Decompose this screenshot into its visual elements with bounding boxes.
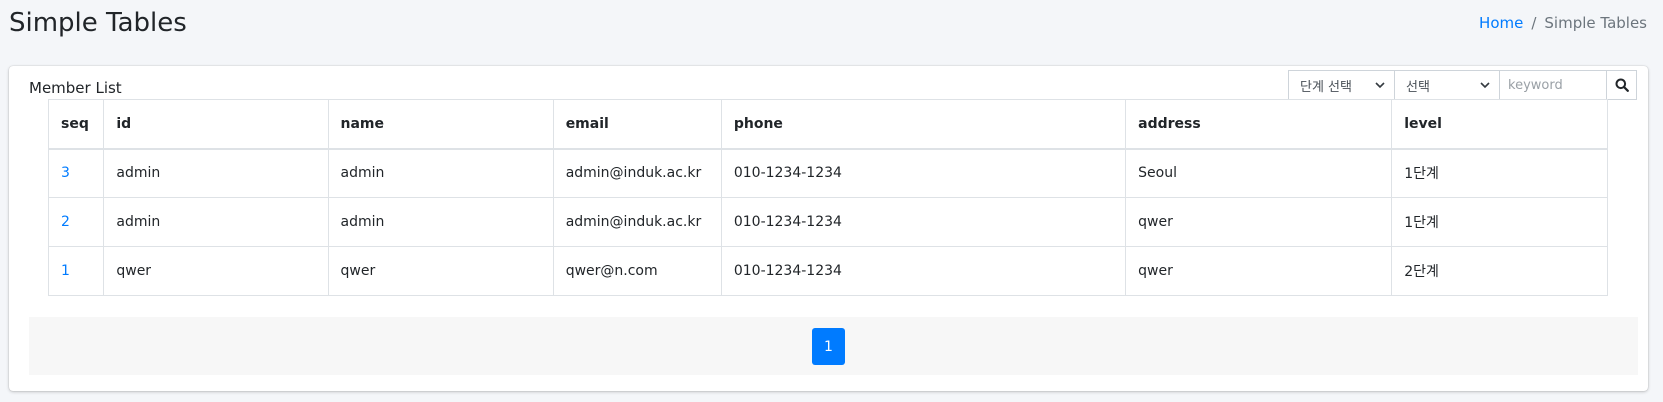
cell-name: admin [327,148,554,198]
table-header-row: seq id name email phone address level [47,99,1608,150]
cell-level: 1단계 [1391,148,1608,198]
cell-phone: 010-1234-1234 [720,197,1127,247]
page-header: Simple Tables Home / Simple Tables [0,0,1663,60]
page-title: Simple Tables [9,8,187,38]
field-select[interactable]: 선택 [1394,70,1500,100]
field-select-value: 선택 [1406,79,1430,95]
breadcrumb-current: Simple Tables [1544,14,1647,32]
cell-address: Seoul [1125,148,1393,198]
cell-email: admin@induk.ac.kr [552,148,722,198]
cell-email: admin@induk.ac.kr [552,197,722,247]
breadcrumb: Home / Simple Tables [1479,14,1647,32]
chevron-down-icon [1480,82,1490,89]
cell-name: admin [327,197,554,247]
seq-link[interactable]: 3 [47,148,105,198]
cell-id: admin [103,197,329,247]
column-header-name: name [327,99,554,150]
cell-address: qwer [1125,197,1393,247]
column-header-seq: seq [47,99,105,150]
table-row: 3 admin admin admin@induk.ac.kr 010-1234… [47,148,1608,198]
column-header-level: level [1391,99,1608,150]
pagination: 1 [29,317,1638,375]
card-title: Member List [29,79,122,97]
member-table: seq id name email phone address level 3 … [47,99,1608,296]
search-button[interactable] [1606,70,1637,100]
level-select[interactable]: 단계 선택 [1288,70,1395,100]
column-header-address: address [1125,99,1393,150]
chevron-down-icon [1375,82,1385,89]
seq-link[interactable]: 2 [47,197,105,247]
search-bar: 단계 선택 선택 [1288,70,1637,100]
cell-address: qwer [1125,246,1393,296]
breadcrumb-separator: / [1531,14,1537,32]
column-header-phone: phone [720,99,1127,150]
cell-level: 1단계 [1391,197,1608,247]
member-list-card: Member List 단계 선택 선택 seq id name [9,66,1648,391]
cell-email: qwer@n.com [552,246,722,296]
cell-id: admin [103,148,329,198]
search-icon [1615,78,1629,92]
keyword-input[interactable] [1499,70,1607,100]
cell-phone: 010-1234-1234 [720,148,1127,198]
cell-name: qwer [327,246,554,296]
table-row: 1 qwer qwer qwer@n.com 010-1234-1234 qwe… [47,246,1608,296]
breadcrumb-home-link[interactable]: Home [1479,14,1523,32]
table-row: 2 admin admin admin@induk.ac.kr 010-1234… [47,197,1608,247]
cell-id: qwer [103,246,329,296]
column-header-id: id [103,99,329,150]
level-select-value: 단계 선택 [1300,79,1352,95]
cell-level: 2단계 [1391,246,1608,296]
cell-phone: 010-1234-1234 [720,246,1127,296]
page-button-active[interactable]: 1 [812,328,845,365]
seq-link[interactable]: 1 [47,246,105,296]
column-header-email: email [552,99,722,150]
